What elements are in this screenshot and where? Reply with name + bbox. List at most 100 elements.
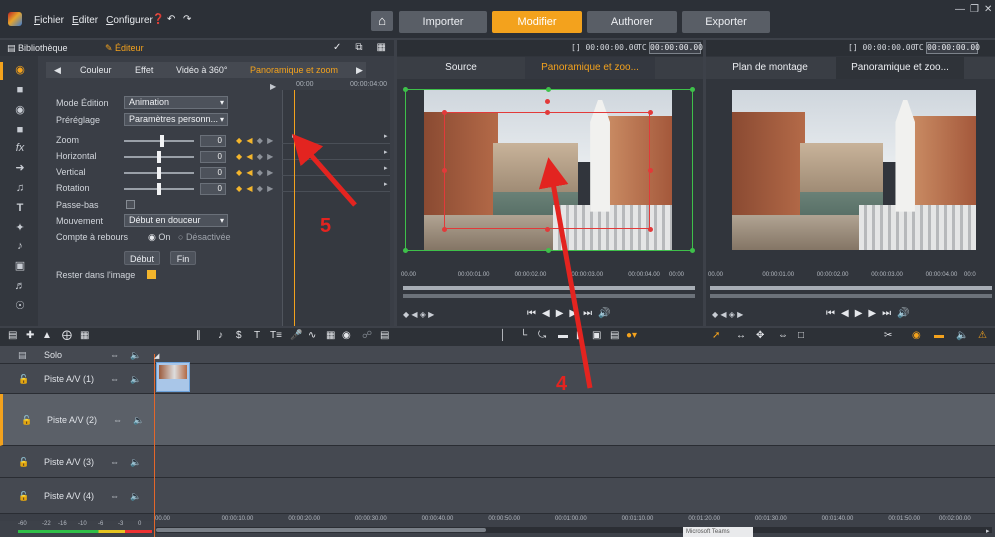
edit-mode-select[interactable]: Animation — [124, 96, 228, 109]
track-row[interactable]: 🔓 Piste A/V (2) ⇔ 🔈 — [0, 394, 995, 446]
volume-icon[interactable]: 🔈 — [956, 330, 968, 341]
keyframe-next-icon[interactable]: ▸ — [384, 148, 388, 156]
scissors-icon[interactable]: ✂ — [884, 330, 892, 341]
timeline-preview-image[interactable] — [732, 90, 976, 250]
subtabs-scroll-left-icon[interactable]: ◀ — [54, 65, 61, 76]
timeline-timecode-field[interactable]: 00:00:00.00 — [926, 42, 980, 54]
lock-icon[interactable]: 🔓 — [18, 457, 29, 468]
solo-icon[interactable]: ▤ — [18, 350, 27, 361]
countdown-off-radio[interactable]: ○ Désactivée — [178, 232, 230, 242]
keyframe-controls[interactable]: ◆ ◀ ◆ ▶ — [236, 152, 274, 161]
color-category-icon[interactable]: ■ — [14, 84, 26, 96]
param-value-field[interactable]: 0 — [200, 183, 226, 195]
crop-handle[interactable] — [648, 227, 653, 232]
tab-author[interactable]: Authorer — [587, 11, 677, 33]
timeline-scrollbar[interactable] — [156, 527, 992, 533]
keyframe-controls[interactable]: ◆ ◀ ◆ ▶ — [236, 184, 274, 193]
keyframe-next-icon[interactable]: ▸ — [384, 132, 388, 140]
track-options-icon[interactable]: ▲ — [42, 330, 52, 341]
timeline-transport-controls[interactable]: ⏮◀▶▶⏭🔊 — [826, 308, 916, 319]
playhead-marker-icon[interactable]: ◢ — [154, 352, 159, 360]
expand-icon[interactable]: ⇔ — [778, 330, 788, 341]
film-icon[interactable]: ▤ — [380, 330, 389, 341]
source-zoom-bar[interactable] — [403, 294, 695, 298]
lock-icon[interactable]: 🔓 — [21, 415, 32, 426]
wave-icon[interactable]: ∿ — [308, 330, 316, 341]
subtab-effect[interactable]: Effet — [135, 65, 153, 75]
track-volume-icon[interactable]: 🔈 — [130, 457, 141, 468]
tab-source-pan-zoom[interactable]: Panoramique et zoo... — [525, 57, 655, 79]
play-keyframe-icon[interactable]: ▶ — [270, 82, 276, 91]
param-value-field[interactable]: 0 — [200, 151, 226, 163]
microphone-icon[interactable]: 🎤 — [290, 330, 302, 341]
detach-icon[interactable]: ⧉ — [355, 42, 362, 53]
timeline-scroll-right-icon[interactable]: ▸ — [986, 527, 990, 535]
crop-handle[interactable] — [648, 110, 653, 115]
effect-category-icon[interactable]: ◉ — [14, 104, 26, 116]
minimize-icon[interactable]: — — [955, 4, 965, 15]
lock-icon[interactable]: 🔓 — [18, 491, 29, 502]
timeline-zoom-bar[interactable] — [710, 294, 992, 298]
close-icon[interactable]: ✕ — [984, 4, 992, 15]
timeline-ruler[interactable]: 00.00 00:00:10.00 00:00:20.00 00:00:30.00 00… — [155, 514, 995, 526]
crop-handle[interactable] — [442, 110, 447, 115]
help-icon[interactable]: ❓ — [152, 14, 164, 25]
param-slider-knob[interactable] — [157, 151, 161, 163]
marker-icon[interactable]: ▮ — [576, 330, 582, 341]
subtabs-scroll-right-icon[interactable]: ▶ — [356, 65, 363, 76]
timeline-scrub-bar[interactable] — [710, 286, 992, 290]
param-value-field[interactable]: 0 — [200, 167, 226, 179]
track-volume-icon[interactable]: 🔈 — [130, 491, 141, 502]
fit-icon[interactable]: ↔ — [736, 330, 746, 341]
frame-handle[interactable] — [403, 248, 408, 253]
track-visibility-icon[interactable]: ⇔ — [113, 415, 122, 425]
layout-icon[interactable]: ▦ — [377, 42, 386, 53]
frame-handle[interactable] — [690, 248, 695, 253]
tab-timeline-pan-zoom[interactable]: Panoramique et zoo... — [836, 57, 964, 79]
montage-category-icon[interactable]: ✦ — [14, 222, 26, 234]
source-transport-controls[interactable]: ⏮◀▶▶⏭🔊 — [527, 308, 617, 319]
track-row[interactable]: 🔓 Piste A/V (4) ⇔ 🔈 — [0, 478, 995, 514]
link-icon[interactable]: ☍ — [362, 330, 372, 341]
title-icon[interactable]: T — [254, 330, 260, 341]
track-visibility-icon[interactable]: ⇔ — [110, 350, 119, 360]
disc-icon[interactable]: ◉ — [342, 330, 351, 341]
crop-handle[interactable] — [545, 110, 550, 115]
movement-select[interactable]: Début en douceur — [124, 214, 228, 227]
warning-icon[interactable]: ⚠ — [978, 330, 987, 341]
crop-handle[interactable] — [442, 227, 447, 232]
start-button[interactable]: Début — [124, 251, 160, 265]
storyboard-icon[interactable]: ▦ — [80, 330, 89, 341]
param-slider[interactable] — [124, 151, 194, 163]
param-value-field[interactable]: 0 — [200, 135, 226, 147]
magnet-icon[interactable]: ◉ — [912, 330, 921, 341]
move-icon[interactable]: ✥ — [756, 330, 764, 341]
crop-handle[interactable] — [648, 168, 653, 173]
keyframe-controls[interactable]: ◆ ◀ ◆ ▶ — [236, 168, 274, 177]
countdown-on-radio[interactable]: ◉ On — [148, 232, 170, 243]
timeline-playhead[interactable] — [154, 354, 155, 537]
keyframe-next-icon[interactable]: ▸ — [384, 180, 388, 188]
voice-icon[interactable]: ♪ — [218, 330, 223, 341]
pin-icon[interactable]: ✓ — [333, 42, 341, 53]
tab-edit[interactable]: Modifier — [492, 11, 582, 33]
keyframe-playhead[interactable] — [294, 90, 295, 326]
subtab-pan-zoom[interactable]: Panoramique et zoom — [250, 65, 338, 75]
ripple-icon[interactable]: ⤿ — [538, 330, 546, 341]
disc-category-icon[interactable]: ☉ — [14, 300, 26, 312]
fx-category-icon[interactable]: fx — [14, 142, 26, 154]
param-slider-knob[interactable] — [157, 167, 161, 179]
frame-handle[interactable] — [546, 87, 551, 92]
track-volume-icon[interactable]: 🔈 — [130, 374, 141, 385]
sound-category-icon[interactable]: ♬ — [14, 280, 26, 292]
home-button[interactable]: ⌂ — [371, 11, 393, 31]
frame-icon[interactable]: □ — [798, 330, 804, 341]
keyframe-controls[interactable]: ◆ ◀ ◆ ▶ — [236, 136, 274, 145]
editor-tab[interactable]: ✎ Éditeur — [105, 43, 144, 54]
pan-zoom-crop-box[interactable] — [444, 112, 650, 229]
preset-select[interactable]: Paramètres personn... — [124, 113, 228, 126]
subtab-color[interactable]: Couleur — [80, 65, 112, 75]
text-icon[interactable]: T≡ — [270, 330, 282, 341]
keyframe-next-icon[interactable]: ▸ — [384, 164, 388, 172]
grid-icon[interactable]: ▦ — [326, 330, 335, 341]
